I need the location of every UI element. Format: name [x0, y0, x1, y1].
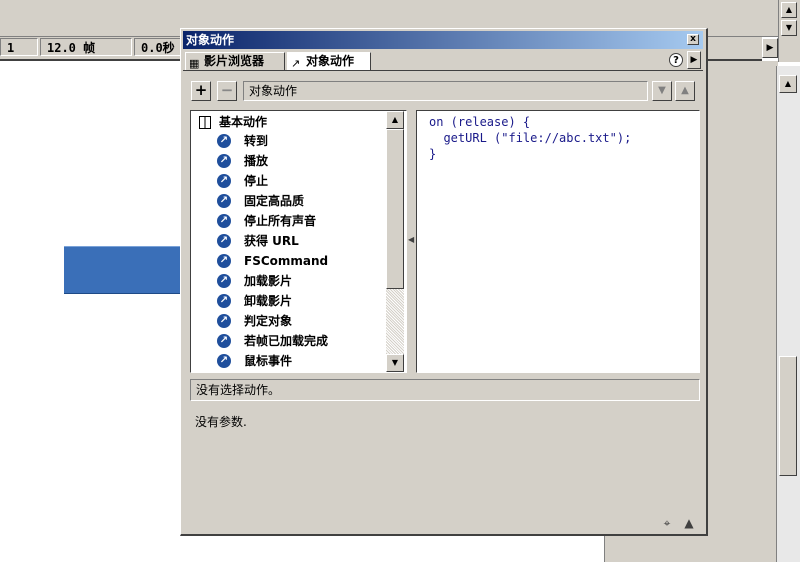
action-arrow-icon: ↗	[217, 334, 231, 348]
list-item[interactable]: ↗ FSCommand	[217, 251, 328, 271]
list-scroll-down-arrow[interactable]: ▼	[386, 354, 404, 372]
action-arrow-icon: ↗	[217, 154, 231, 168]
action-label: 转到	[244, 134, 269, 148]
action-list-items: 基本动作 ↗ 转到 ↗ 播放 ↗ 停止 ↗ 固定高品质 ↗ 停止所有声音 ↗ 获得 URL …	[191, 111, 386, 372]
action-list-scrollbar[interactable]: ▲ ▼	[386, 111, 404, 372]
list-item[interactable]: ↗ 固定高品质	[217, 191, 304, 211]
action-arrow-icon: ↗	[217, 234, 231, 248]
action-label: 若帧已加载完成	[244, 334, 329, 348]
stage-vertical-scrollbar[interactable]: ▲	[776, 66, 800, 562]
action-arrow-icon: ↗	[217, 274, 231, 288]
action-label: 停止所有声音	[244, 214, 317, 228]
timeline-scroll-right-arrow[interactable]: ▶	[762, 38, 778, 58]
elapsed-time: 0.0秒	[134, 38, 184, 56]
book-icon	[199, 116, 211, 129]
action-arrow-icon: ↗	[217, 354, 231, 368]
script-editor[interactable]: on (release) { getURL ("file://abc.txt")…	[416, 110, 700, 373]
action-label: 播放	[244, 154, 269, 168]
action-label: FSCommand	[244, 254, 329, 268]
timeline-status-right	[706, 37, 762, 61]
move-up-button[interactable]: ▲	[675, 81, 695, 101]
list-item[interactable]: ↗ 转到	[217, 131, 268, 151]
frame-number: 1	[0, 38, 38, 56]
action-label: 获得 URL	[244, 234, 299, 248]
panel-titlebar[interactable]: 对象动作 x	[183, 31, 703, 49]
tab-movie-explorer[interactable]: ▦ 影片浏览器	[185, 52, 285, 70]
add-action-button[interactable]: +	[191, 81, 211, 101]
action-arrow-icon: ↗	[217, 294, 231, 308]
action-label: 加载影片	[244, 274, 293, 288]
object-actions-panel: 对象动作 x ▦ 影片浏览器 ↗ 对象动作 ? ▶ + − 对象动作 ▼ ▲ 基…	[180, 28, 708, 536]
tab-label: 影片浏览器	[204, 54, 265, 68]
list-item[interactable]: ↗ 获得 URL	[217, 231, 299, 251]
scroll-up-arrow[interactable]: ▲	[781, 2, 797, 18]
action-arrow-icon: ↗	[217, 254, 231, 268]
tab-divider	[183, 70, 703, 71]
action-label: 卸载影片	[244, 294, 293, 308]
action-label: 判定对象	[244, 314, 293, 328]
target-crosshair-icon[interactable]: ⌖	[659, 515, 675, 531]
tab-object-actions[interactable]: ↗ 对象动作	[287, 52, 371, 71]
collapse-up-icon[interactable]: ▲	[681, 515, 697, 531]
stage-button-symbol[interactable]	[64, 246, 184, 294]
action-arrow-icon: ↗	[217, 194, 231, 208]
stage-scroll-up-arrow[interactable]: ▲	[779, 75, 797, 93]
action-label: 鼠标事件	[244, 354, 293, 368]
scroll-down-arrow[interactable]: ▼	[781, 20, 797, 36]
pane-splitter-handle[interactable]: ◀	[408, 229, 414, 251]
list-scroll-up-arrow[interactable]: ▲	[386, 111, 404, 129]
category-basic-actions[interactable]: 基本动作	[197, 113, 267, 131]
list-item[interactable]: ↗ 鼠标事件	[217, 351, 292, 371]
action-arrow-icon: ↗	[217, 314, 231, 328]
frame-rate: 12.0 帧	[40, 38, 132, 56]
action-arrow-icon: ↗	[217, 214, 231, 228]
action-list[interactable]: 基本动作 ↗ 转到 ↗ 播放 ↗ 停止 ↗ 固定高品质 ↗ 停止所有声音 ↗ 获得 URL …	[190, 110, 407, 373]
list-item[interactable]: ↗ 停止	[217, 171, 268, 191]
timeline-vertical-scrollbar[interactable]: ▲ ▼	[778, 0, 800, 62]
close-button[interactable]: x	[687, 34, 699, 45]
remove-action-button[interactable]: −	[217, 81, 237, 101]
action-arrow-icon: ↗	[217, 174, 231, 188]
list-item[interactable]: ↗ 判定对象	[217, 311, 292, 331]
list-item[interactable]: ↗ 播放	[217, 151, 268, 171]
action-arrow-icon: ↗	[217, 134, 231, 148]
help-button[interactable]: ?	[669, 53, 683, 67]
category-label: 基本动作	[219, 115, 268, 129]
panel-title: 对象动作	[186, 33, 235, 47]
action-label: 停止	[244, 174, 269, 188]
tab-label: 对象动作	[306, 54, 355, 68]
move-down-button[interactable]: ▼	[652, 81, 672, 101]
list-item[interactable]: ↗ 停止所有声音	[217, 211, 316, 231]
list-item[interactable]: ↗ 若帧已加载完成	[217, 331, 328, 351]
actions-header-field: 对象动作	[243, 81, 648, 101]
list-scroll-thumb[interactable]	[386, 129, 404, 289]
list-item[interactable]: ↗ 加载影片	[217, 271, 292, 291]
stage-scroll-thumb[interactable]	[779, 356, 797, 476]
action-label: 固定高品质	[244, 194, 305, 208]
parameters-text: 没有参数.	[195, 415, 247, 429]
panel-menu-arrow[interactable]: ▶	[687, 51, 701, 69]
action-status-field: 没有选择动作。	[190, 379, 700, 401]
list-item[interactable]: ↗ 卸载影片	[217, 291, 292, 311]
